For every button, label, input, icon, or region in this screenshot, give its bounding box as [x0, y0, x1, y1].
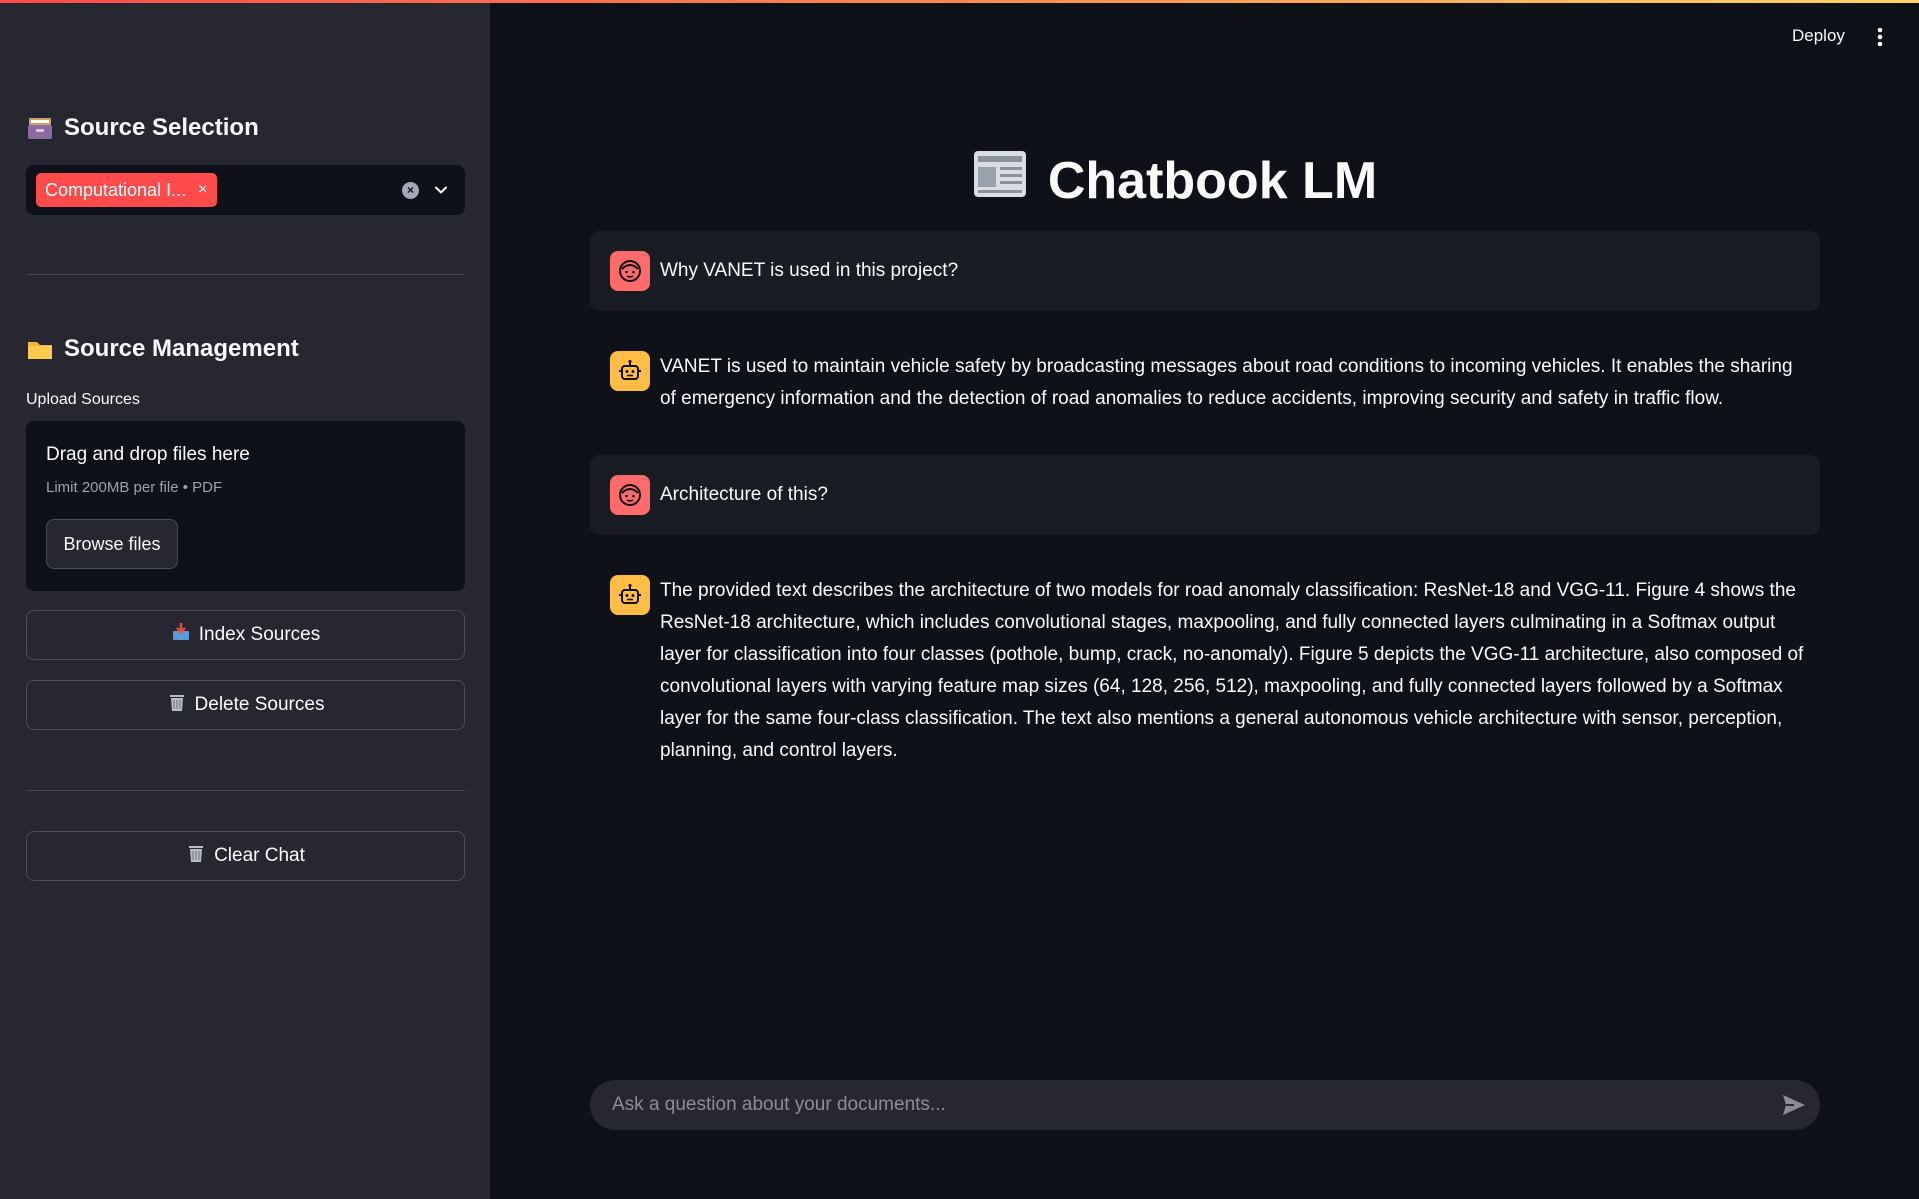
clear-chat-button[interactable]: Clear Chat — [26, 831, 465, 881]
wastebasket-icon — [186, 843, 206, 869]
top-accent-bar — [0, 0, 1919, 3]
chat-message-user: Why VANET is used in this project? — [590, 231, 1820, 311]
file-dropzone[interactable]: Drag and drop files here Limit 200MB per… — [26, 421, 465, 591]
message-text: VANET is used to maintain vehicle safety… — [660, 356, 1793, 409]
dropzone-title: Drag and drop files here — [46, 444, 250, 465]
chat-input-bar — [590, 1080, 1820, 1130]
chat-message-assistant: The provided text describes the architec… — [590, 555, 1820, 775]
page-title: Chatbook LM — [0, 148, 1919, 213]
chat-message-assistant: VANET is used to maintain vehicle safety… — [590, 331, 1820, 431]
message-text: Architecture of this? — [660, 484, 828, 505]
sidebar-divider — [26, 790, 465, 791]
delete-sources-label: Delete Sources — [194, 694, 325, 715]
kebab-menu-icon[interactable] — [1876, 26, 1884, 53]
sidebar-divider — [26, 274, 465, 275]
chat-message-user: Architecture of this? — [590, 455, 1820, 535]
card-file-box-icon — [26, 114, 54, 142]
clear-chat-label: Clear Chat — [214, 845, 305, 866]
robot-avatar-icon — [610, 575, 650, 615]
source-management-heading: Source Management — [26, 335, 299, 363]
robot-avatar-icon — [610, 351, 650, 391]
source-selection-title: Source Selection — [64, 114, 259, 141]
user-avatar-icon — [610, 251, 650, 291]
index-sources-button[interactable]: Index Sources — [26, 610, 465, 660]
chat-input[interactable] — [610, 1080, 1750, 1130]
wastebasket-icon — [167, 692, 187, 718]
inbox-tray-icon — [171, 622, 191, 648]
delete-sources-button[interactable]: Delete Sources — [26, 680, 465, 730]
newspaper-icon — [972, 148, 1028, 213]
source-management-title: Source Management — [64, 335, 299, 362]
app-title: Chatbook LM — [1047, 151, 1378, 210]
user-avatar-icon — [610, 475, 650, 515]
index-sources-label: Index Sources — [198, 624, 321, 645]
upload-sources-label: Upload Sources — [26, 391, 140, 408]
message-text: The provided text describes the architec… — [660, 580, 1804, 761]
dropzone-hint: Limit 200MB per file • PDF — [46, 479, 223, 496]
folder-icon — [26, 335, 54, 363]
source-selection-heading: Source Selection — [26, 114, 259, 142]
browse-files-button[interactable]: Browse files — [46, 519, 178, 569]
deploy-button[interactable]: Deploy — [1792, 26, 1845, 46]
message-text: Why VANET is used in this project? — [660, 260, 959, 281]
send-icon[interactable] — [1782, 1094, 1806, 1121]
